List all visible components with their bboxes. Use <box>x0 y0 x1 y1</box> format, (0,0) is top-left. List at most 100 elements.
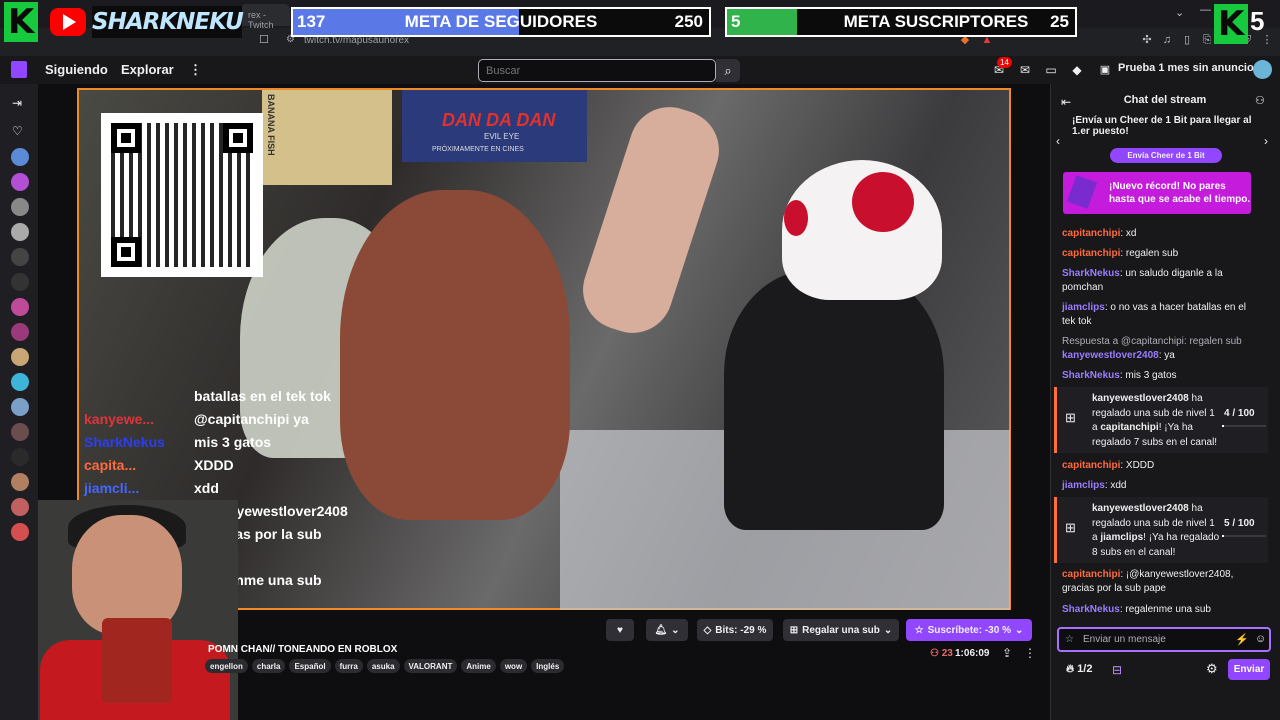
stream-tag[interactable]: charla <box>251 659 286 673</box>
bits-label: Bits: -29 % <box>715 624 767 636</box>
emote-icon[interactable]: ☺ <box>1255 633 1266 645</box>
chat-icon[interactable]: ▭ <box>1042 61 1060 79</box>
chat-username[interactable]: jiamclips <box>1062 480 1105 491</box>
nav-following[interactable]: Siguiendo <box>45 62 108 77</box>
channel-points[interactable]: 🔥︎ 1/2 <box>1066 663 1092 676</box>
chat-username[interactable]: capitanchipi <box>1062 248 1120 259</box>
sidebar-channel-avatar[interactable] <box>11 198 29 216</box>
gift-progress-bar <box>1222 425 1266 427</box>
browser-tab[interactable]: rex - Twitch <box>240 4 290 30</box>
stream-tag[interactable]: wow <box>499 659 528 673</box>
sidebar-channel-avatar[interactable] <box>11 298 29 316</box>
heart-icon[interactable]: ♡ <box>12 124 23 138</box>
subscribe-button[interactable]: ☆ Suscríbete: -30 % ⌄ <box>906 619 1032 641</box>
chat-text: : mis 3 gatos <box>1119 370 1177 381</box>
avatar[interactable] <box>1253 60 1272 79</box>
chat-text: : xdd <box>1104 480 1127 491</box>
chat-username[interactable]: capitanchipi <box>1062 569 1120 580</box>
search-icon[interactable]: ⌕ <box>716 59 740 82</box>
search-input[interactable] <box>478 59 716 82</box>
bits-button[interactable]: ◇ Bits: -29 % <box>697 619 773 641</box>
sidebar-channel-avatar[interactable] <box>11 323 29 341</box>
window-minimize-icon[interactable]: — <box>1200 4 1211 16</box>
sidebar-channel-avatar[interactable] <box>11 148 29 166</box>
stream-tag[interactable]: engellon <box>205 659 248 673</box>
send-button[interactable]: Enviar <box>1228 659 1270 680</box>
chat-input[interactable]: ☆ Enviar un mensaje ⚡ ☺ <box>1057 627 1271 652</box>
chat-username[interactable]: capitanchipi <box>1062 228 1120 239</box>
bookmark-icon[interactable]: ☐ <box>257 33 271 47</box>
sidebar-channel-avatar[interactable] <box>11 423 29 441</box>
gift-sub-button[interactable]: ⊞ Regalar una sub ⌄ <box>783 619 899 641</box>
stream-tag[interactable]: Inglés <box>531 659 565 673</box>
sidebar-channel-avatar[interactable] <box>11 373 29 391</box>
more-icon[interactable]: ⋮ <box>189 62 202 78</box>
stream-tag[interactable]: Español <box>289 659 331 673</box>
stream-tag[interactable]: Anime <box>461 659 496 673</box>
users-icon[interactable]: ⚇ <box>1255 94 1265 107</box>
sidebar-channel-avatar[interactable] <box>11 398 29 416</box>
gift-progress: 4 / 100 <box>1224 407 1255 422</box>
sidebar-channel-avatar[interactable] <box>11 498 29 516</box>
chevron-down-icon: ⌄ <box>883 624 893 636</box>
sidebar-channel-avatar[interactable] <box>11 348 29 366</box>
media-icon[interactable]: ♫ <box>1160 33 1174 47</box>
chat-username[interactable]: capitanchipi <box>1062 460 1120 471</box>
settings-icon[interactable]: ⚙ <box>1206 661 1218 677</box>
sidebar-channel-avatar[interactable] <box>11 473 29 491</box>
meta-suscriptores-target: 25 <box>1050 12 1069 31</box>
nav-browse[interactable]: Explorar <box>121 62 174 77</box>
gift-text: kanyewestlover2408 ha regalado una sub d… <box>1092 392 1222 450</box>
webcam-mug <box>102 618 172 703</box>
gifter-name[interactable]: kanyewestlover2408 <box>1092 503 1189 514</box>
overlay-chat-message: XDDD <box>194 457 234 473</box>
bell-icon: 🔔︎ <box>654 624 668 636</box>
chat-username[interactable]: SharkNekus <box>1062 370 1120 381</box>
minimize-icon[interactable]: ⌄ <box>1175 6 1184 19</box>
rewards-icon[interactable]: ⊟ <box>1112 663 1122 677</box>
prime-offer[interactable]: Prueba 1 mes sin anuncios <box>1118 62 1260 74</box>
sidebar-channel-avatar[interactable] <box>11 173 29 191</box>
gift-target[interactable]: capitanchipi <box>1100 422 1158 433</box>
chat-username[interactable]: SharkNekus <box>1062 268 1120 279</box>
whispers-icon[interactable]: ✉ <box>1016 61 1034 79</box>
sidepanel-icon[interactable]: ▯ <box>1180 33 1194 47</box>
follow-button[interactable]: ♥ <box>606 619 634 641</box>
sidebar-channel-avatar[interactable] <box>11 223 29 241</box>
chat-username[interactable]: kanyewestlover2408 <box>1062 350 1159 361</box>
poster-left-title: BANANA FISH <box>266 94 276 156</box>
bits-icon: ◇ <box>703 624 712 636</box>
gift-progress-bar <box>1222 535 1266 537</box>
gift-target[interactable]: jiamclips <box>1100 532 1143 543</box>
extensions-icon[interactable]: ✣ <box>1140 33 1154 47</box>
stream-tag[interactable]: asuka <box>366 659 400 673</box>
meta-suscriptores: 5 META SUSCRIPTORES 25 <box>725 7 1077 37</box>
reading-icon[interactable]: ⎘ <box>1200 33 1214 47</box>
prime-icon[interactable]: ▣ <box>1096 61 1114 79</box>
sidebar-channel-avatar[interactable] <box>11 248 29 266</box>
notifications-button[interactable]: 🔔︎ ⌄ <box>646 619 688 641</box>
bits-cheer-icon[interactable]: ⚡ <box>1235 633 1249 646</box>
chat-username[interactable]: SharkNekus <box>1062 604 1120 615</box>
person-right <box>724 270 944 530</box>
record-banner: ¡Nuevo récord! No pares hasta que se aca… <box>1063 172 1251 214</box>
sidebar-channel-avatar[interactable] <box>11 523 29 541</box>
chevron-left-icon[interactable]: ‹ <box>1056 134 1060 148</box>
cheer-button[interactable]: Envía Cheer de 1 Bit <box>1110 148 1222 163</box>
overlay-chat-user: kanyewe... <box>84 411 155 427</box>
sidebar-channel-avatar[interactable] <box>11 273 29 291</box>
expand-sidebar-icon[interactable]: ⇥ <box>12 96 22 110</box>
gifter-name[interactable]: kanyewestlover2408 <box>1092 393 1189 404</box>
poster-banana-fish: BANANA FISH <box>262 90 392 185</box>
chevron-right-icon[interactable]: › <box>1264 134 1268 148</box>
twitch-logo-icon[interactable] <box>11 61 27 78</box>
stream-tag[interactable]: VALORANT <box>403 659 458 673</box>
sidebar-channel-avatar[interactable] <box>11 448 29 466</box>
chat-username[interactable]: jiamclips <box>1062 302 1105 313</box>
bits-icon[interactable]: ◆ <box>1068 61 1086 79</box>
stream-tags: engellon charla Español furra asuka VALORANT A… <box>205 659 565 673</box>
gift-progress: 5 / 100 <box>1224 517 1255 532</box>
more-options-icon[interactable]: ⋮ <box>1024 646 1036 660</box>
share-icon[interactable]: ⇪ <box>1002 646 1012 660</box>
stream-tag[interactable]: furra <box>334 659 363 673</box>
